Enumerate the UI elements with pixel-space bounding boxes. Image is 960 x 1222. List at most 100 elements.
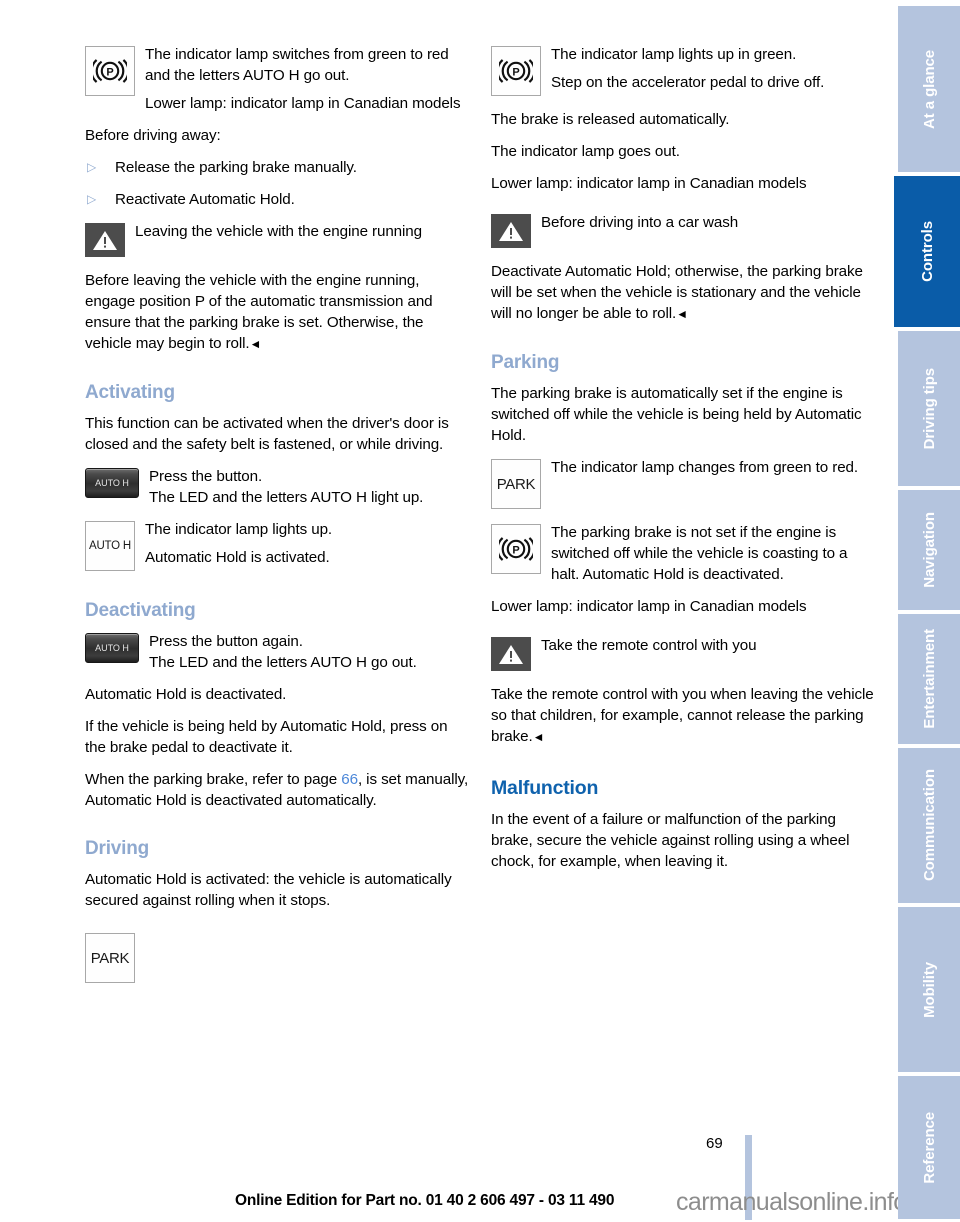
sidebar-tab-driving-tips[interactable]: Driving tips [898,331,960,486]
activating-lamp-line-1: The indicator lamp lights up. [145,521,333,538]
activating-press-line: Press the button. [149,468,263,485]
svg-text:P: P [512,545,519,557]
warning-triangle-icon [491,637,531,671]
warning-triangle-icon [85,223,125,257]
warning-car-wash-body: Deactivate Automatic Hold; otherwise, th… [491,261,875,325]
sidebar-tab-label: Mobility [920,961,938,1018]
page-reference-link[interactable]: 66 [341,771,358,788]
svg-text:P: P [512,67,519,79]
brake-lamp-note-block: P The indicator lamp switches from green… [85,44,469,114]
deactivating-press-line: Press the button again. [149,633,303,650]
heading-deactivating: Deactivating [85,600,196,621]
two-column-layout: P The indicator lamp switches from green… [85,44,875,983]
driving-para: Automatic Hold is activated: the vehicle… [85,871,452,909]
page-ref-prefix: When the parking brake, refer to page [85,771,342,788]
list-item-label: Release the parking brake manually. [115,159,357,176]
sidebar-tab-navigation[interactable]: Navigation [898,490,960,610]
auto-h-button-icon: AUTO H [85,633,139,663]
sidebar-tab-label: Navigation [920,512,938,588]
auto-h-button-label: AUTO H [95,478,129,488]
sidebar-tab-label: At a glance [920,49,938,129]
warning-title: Before driving into a car wash [541,214,739,231]
auto-h-button-icon: AUTO H [85,468,139,498]
sidebar-tab-entertainment[interactable]: Entertainment [898,614,960,744]
para-brake-released: The brake is released automatically. [491,111,730,128]
list-item-label: Reactivate Automatic Hold. [115,191,295,208]
park-lamp-icon: PARK [491,459,541,509]
sidebar-tab-label: Entertainment [920,629,938,729]
sidebar-tab-communication[interactable]: Communication [898,748,960,903]
park-lamp-label: PARK [90,949,130,967]
deactivating-para-3: When the parking brake, refer to page 66… [85,769,469,811]
manual-page: P The indicator lamp switches from green… [0,0,960,1222]
park-lamp-label: PARK [496,475,536,493]
park-lamp-icon: PARK [85,933,135,983]
sidebar-tab-mobility[interactable]: Mobility [898,907,960,1072]
edition-line: Online Edition for Part no. 01 40 2 606 … [235,1192,615,1209]
end-of-note-marker: ◄ [532,730,545,744]
list-item: ▷ Release the parking brake manually. [85,157,469,178]
malfunction-para: In the event of a failure or malfunction… [491,811,850,870]
page-content: P The indicator lamp switches from green… [0,0,907,1222]
sidebar-tab-label: Reference [920,1111,938,1184]
deactivating-button-block: AUTO H Press the button again. The LED a… [85,631,469,673]
green-lamp-note-block: P The indicator lamp lights up in green.… [491,44,875,98]
green-lamp-line-1: The indicator lamp lights up in green. [551,46,797,63]
activating-led-line: The LED and the letters AUTO H light up. [149,489,424,506]
brake-p-symbol-icon: P [491,524,541,574]
activating-intro: This function can be activated when the … [85,415,449,453]
right-column: P The indicator lamp lights up in green.… [491,44,875,983]
brake-lamp-line-2: Lower lamp: indicator lamp in Canadian m… [145,95,461,112]
warning-body-text: Take the remote control with you when le… [491,686,874,745]
site-watermark: carmanualsonline.info [676,1188,907,1216]
triangle-bullet-icon: ▷ [87,160,97,174]
heading-parking: Parking [491,352,560,373]
svg-text:P: P [106,67,113,79]
para-lower-lamp-canadian: Lower lamp: indicator lamp in Canadian m… [491,175,807,192]
triangle-bullet-icon: ▷ [87,192,97,206]
warning-car-wash-block: Before driving into a car wash [491,212,875,250]
warning-remote-body: Take the remote control with you when le… [491,684,875,748]
sidebar-tab-reference[interactable]: Reference [898,1076,960,1219]
parking-park-line: The indicator lamp changes from green to… [551,459,859,476]
sidebar-tab-label: Controls [918,221,936,282]
left-column: P The indicator lamp switches from green… [85,44,469,983]
parking-brake-line: The parking brake is not set if the engi… [551,524,848,583]
auto-h-lamp-icon: AUTO H [85,521,135,571]
before-driving-away-label: Before driving away: [85,127,221,144]
page-number: 69 [706,1135,723,1152]
sidebar-tab-at-a-glance[interactable]: At a glance [898,6,960,172]
auto-h-lamp-label: AUTO H [88,540,132,552]
warning-triangle-icon [491,214,531,248]
brake-p-symbol-icon: P [85,46,135,96]
green-lamp-line-2: Step on the accelerator pedal to drive o… [551,74,825,91]
parking-park-lamp-block: PARK The indicator lamp changes from gre… [491,457,875,511]
parking-intro: The parking brake is automatically set i… [491,385,862,444]
para-lamp-goes-out: The indicator lamp goes out. [491,143,680,160]
deactivating-para-1: Automatic Hold is deactivated. [85,686,287,703]
list-item: ▷ Reactivate Automatic Hold. [85,189,469,210]
warning-title: Leaving the vehicle with the engine runn… [135,223,422,240]
auto-h-button-label: AUTO H [95,643,129,653]
warning-remote-block: Take the remote control with you [491,635,875,673]
warning-engine-running-body: Before leaving the vehicle with the engi… [85,270,469,355]
warning-engine-running-block: Leaving the vehicle with the engine runn… [85,221,469,259]
heading-activating: Activating [85,382,175,403]
heading-malfunction: Malfunction [491,777,599,799]
brake-p-symbol-icon: P [491,46,541,96]
parking-lower-lamp: Lower lamp: indicator lamp in Canadian m… [491,598,807,615]
activating-lamp-line-2: Automatic Hold is activated. [145,549,330,566]
end-of-note-marker: ◄ [249,337,262,351]
activating-button-block: AUTO H Press the button. The LED and the… [85,466,469,508]
sidebar-tab-label: Communication [920,769,938,882]
parking-brake-lamp-block: P The parking brake is not set if the en… [491,522,875,585]
brake-lamp-line-1: The indicator lamp switches from green t… [145,46,449,84]
sidebar-tab-label: Driving tips [920,367,938,450]
driving-park-icon-wrap: PARK [85,933,469,983]
sidebar-tab-controls[interactable]: Controls [894,176,960,327]
warning-title: Take the remote control with you [541,637,757,654]
activating-lamp-block: AUTO H The indicator lamp lights up. Aut… [85,519,469,573]
heading-driving: Driving [85,838,150,859]
deactivating-led-line: The LED and the letters AUTO H go out. [149,654,417,671]
end-of-note-marker: ◄ [676,307,688,321]
